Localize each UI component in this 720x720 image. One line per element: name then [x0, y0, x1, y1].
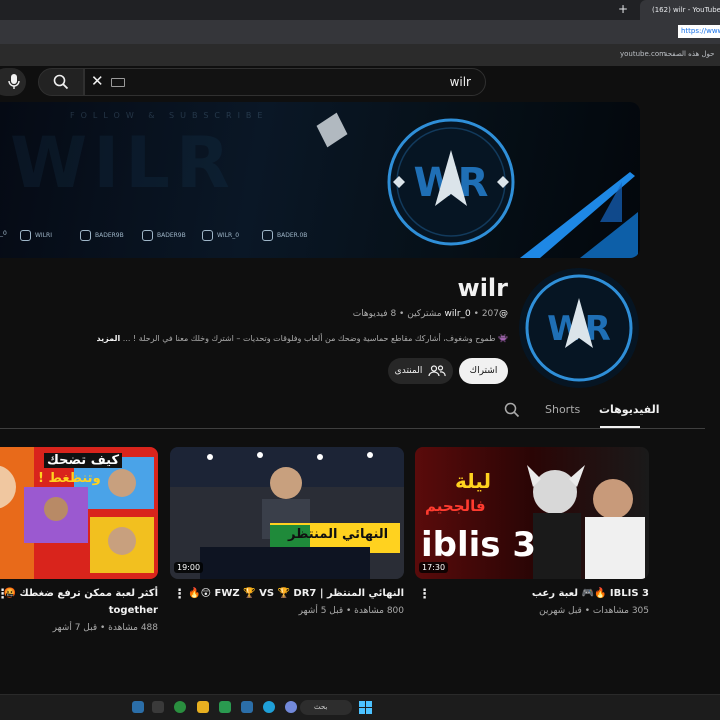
- social-label: WILRI: [35, 232, 52, 239]
- taskbar-search[interactable]: بحث: [300, 700, 352, 715]
- channel-search-icon[interactable]: [504, 402, 520, 418]
- browser-tabstrip: + (162) wilr - YouTube: [0, 0, 720, 20]
- thumb-text-mid: وتنظغط !: [38, 471, 101, 486]
- keyboard-icon[interactable]: [111, 78, 125, 87]
- kick-icon: [20, 230, 31, 241]
- snapchat-icon: [142, 230, 153, 241]
- banner-follow-text: FOLLOW & SUBSCRIBE: [70, 111, 269, 120]
- video-meta: 488 مشاهدة • قبل 7 أشهر: [52, 623, 158, 633]
- app-icon[interactable]: [219, 701, 231, 713]
- meta-dot: •: [473, 309, 482, 319]
- search-query: wilr: [449, 75, 471, 89]
- forum-button[interactable]: المنتدى: [388, 358, 453, 384]
- voice-search-button[interactable]: [0, 68, 26, 96]
- more-options-icon[interactable]: ⋮: [418, 587, 431, 602]
- tab-shorts[interactable]: Shorts: [545, 403, 580, 416]
- social-label: BADER9B: [157, 232, 186, 239]
- more-link[interactable]: المزيد: [97, 334, 121, 343]
- video-thumbnail[interactable]: النهائي المنتظر 19:00: [170, 447, 404, 579]
- video-meta: 305 مشاهدات • قبل شهرين: [539, 606, 649, 616]
- address-bar: [0, 20, 720, 44]
- x-twitter-icon: [202, 230, 213, 241]
- video-count: 8 فيديوهات: [352, 309, 397, 319]
- video-title-line2[interactable]: together: [109, 605, 158, 616]
- instagram-icon: [80, 230, 91, 241]
- app-icon[interactable]: [152, 701, 164, 713]
- steam-icon[interactable]: [241, 701, 253, 713]
- social-link-snapchat[interactable]: BADER.0B: [262, 230, 307, 241]
- browser-tab-title: (162) wilr - YouTube: [652, 6, 720, 14]
- thumb-text-mid: فالجحيم: [425, 497, 486, 515]
- chrome-icon[interactable]: [174, 701, 186, 713]
- video-duration: 19:00: [174, 562, 204, 573]
- avatar[interactable]: WR: [519, 268, 639, 388]
- description-icon: 👾: [495, 334, 508, 343]
- social-label: BADER.0B: [277, 232, 308, 239]
- more-options-icon[interactable]: ⋮: [173, 587, 186, 602]
- steam-icon[interactable]: [132, 701, 144, 713]
- social-label: WILR_0: [217, 232, 240, 239]
- folder-icon[interactable]: [197, 701, 209, 713]
- social-link-x[interactable]: WILR_0: [202, 230, 239, 241]
- tabs-divider: [0, 428, 705, 429]
- channel-name: wilr: [457, 274, 508, 302]
- video-age: قبل 5 أشهر: [298, 606, 344, 616]
- subscribe-button[interactable]: اشتراك: [459, 358, 508, 384]
- people-icon: [428, 365, 446, 377]
- banner-watermark: WILR: [10, 122, 236, 204]
- infobar-domain: youtube.com: [620, 50, 666, 58]
- social-link-partial[interactable]: _0: [0, 230, 7, 237]
- info-bar: youtube.com حول هذه الصفحة: [0, 44, 720, 66]
- video-title[interactable]: أكثر لعبة ممكن ترفع ضغطك 🤬 !! Need: [0, 588, 158, 599]
- video-views: 800 مشاهدة: [354, 606, 404, 616]
- video-views: 305 مشاهدات: [592, 606, 649, 616]
- search-button[interactable]: [38, 68, 84, 96]
- channel-banner: WILR FOLLOW & SUBSCRIBE WR BADER.0B WILR…: [0, 102, 640, 258]
- taskbar-search-label: بحث: [314, 703, 328, 711]
- video-title[interactable]: IBLIS 3 🔥🎮 لعبة رعب: [532, 588, 649, 599]
- social-link-instagram[interactable]: BADER9B: [80, 230, 124, 241]
- video-views: 488 مشاهدة: [108, 623, 158, 633]
- video-meta: 800 مشاهدة • قبل 5 أشهر: [298, 606, 404, 616]
- channel-meta: @wilr_0 • 207 مشتركين • 8 فيديوهات: [353, 309, 508, 319]
- video-duration: 17:30: [419, 562, 449, 573]
- windows-start-icon[interactable]: [359, 701, 372, 714]
- more-options-icon[interactable]: ⋮: [0, 587, 9, 602]
- thumb-text: النهائي المنتظر: [288, 527, 389, 542]
- forum-label: المنتدى: [394, 366, 423, 376]
- video-thumbnail[interactable]: كيف تضحك وتنظغط !: [0, 447, 158, 579]
- banner-diamond-icon: [316, 112, 348, 148]
- banner-logo: WR: [387, 118, 515, 246]
- banner-streaks: [520, 172, 638, 258]
- social-link-kick[interactable]: WILRI: [20, 230, 52, 241]
- browser-tab[interactable]: (162) wilr - YouTube: [640, 0, 720, 20]
- social-label: BADER9B: [95, 232, 124, 239]
- meta-dot: •: [396, 309, 405, 319]
- mic-icon: [8, 74, 20, 89]
- snapchat-icon: [262, 230, 273, 241]
- thumb-text-top: كيف تضحك: [44, 453, 123, 468]
- description-text: طموح وشغوف، أشاركك مقاطع حماسية وضحك من …: [122, 334, 496, 343]
- tab-videos[interactable]: الفيديوهات: [599, 403, 660, 416]
- url-field[interactable]: https://www.youtube.com/@wilr_0: [678, 25, 720, 38]
- search-icon: [53, 74, 69, 90]
- subscribe-label: اشتراك: [469, 366, 498, 376]
- thumb-text-top: ليلة: [455, 469, 491, 493]
- discord-icon[interactable]: [285, 701, 297, 713]
- edge-icon[interactable]: [263, 701, 275, 713]
- url-text: https://www.youtube.com/@wilr_0: [681, 27, 720, 35]
- channel-description[interactable]: 👾 طموح وشغوف، أشاركك مقاطع حماسية وضحك م…: [97, 334, 508, 343]
- social-label: _0: [0, 230, 7, 237]
- search-input[interactable]: ✕ wilr: [84, 68, 486, 96]
- infobar-text[interactable]: حول هذه الصفحة: [664, 50, 714, 58]
- thumb-text-big: iblis 3: [421, 525, 537, 565]
- social-link-snapchat-2[interactable]: BADER9B: [142, 230, 186, 241]
- new-tab-button[interactable]: +: [618, 2, 628, 16]
- video-thumbnail[interactable]: ليلة فالجحيم iblis 3 17:30: [415, 447, 649, 579]
- video-title[interactable]: النهائي المنتظر | FWZ 🏆 VS 🏆 DR7 😲🔥: [188, 588, 404, 599]
- clear-search-icon[interactable]: ✕: [91, 72, 104, 90]
- video-age: قبل 7 أشهر: [52, 623, 98, 633]
- thumbnail-image: [170, 447, 404, 579]
- video-age: قبل شهرين: [539, 606, 582, 616]
